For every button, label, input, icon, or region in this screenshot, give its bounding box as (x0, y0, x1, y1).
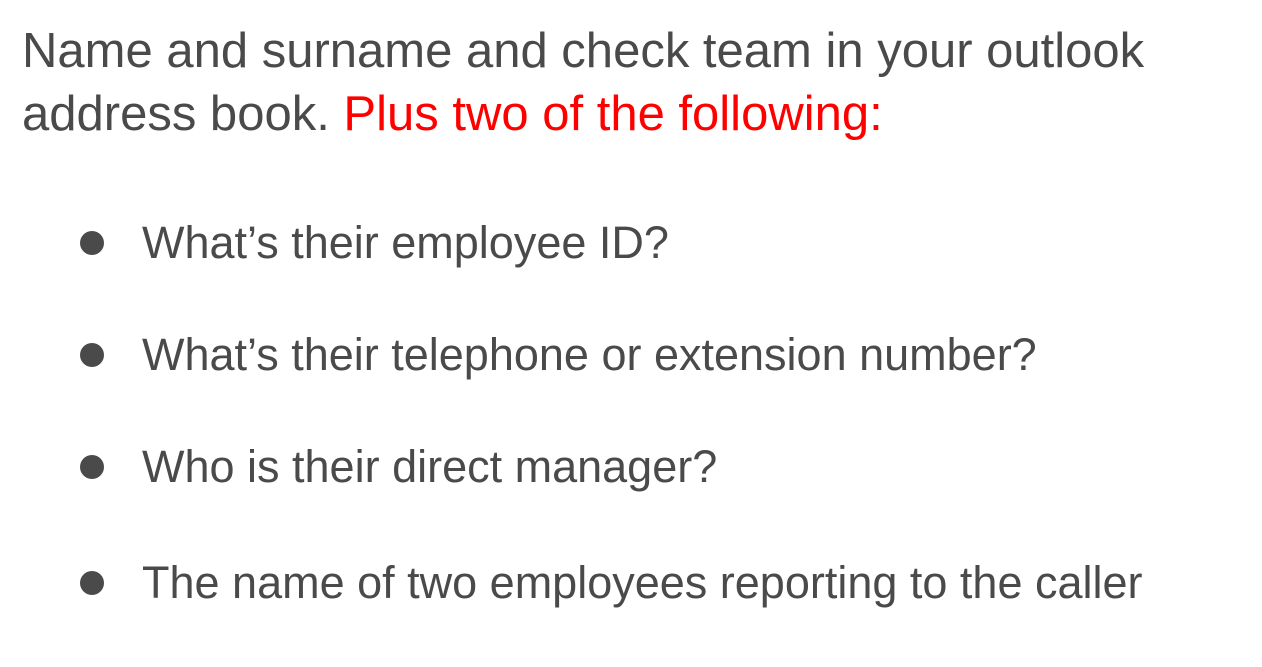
bullet-text: The name of two employees reporting to t… (142, 557, 1143, 608)
bullet-list: What’s their employee ID? What’s their t… (78, 215, 1248, 667)
bullet-dot-icon (80, 571, 104, 595)
bullet-item-reporting-employees: The name of two employees reporting to t… (78, 555, 1248, 611)
heading-emphasis-text: Plus two of the following: (343, 87, 883, 141)
slide-heading: Name and surname and check team in your … (22, 20, 1252, 146)
bullet-dot-icon (80, 231, 104, 255)
bullet-text: What’s their telephone or extension numb… (142, 329, 1037, 380)
bullet-dot-icon (80, 343, 104, 367)
bullet-item-telephone: What’s their telephone or extension numb… (78, 327, 1248, 383)
bullet-item-manager: Who is their direct manager? (78, 439, 1248, 495)
bullet-item-employee-id: What’s their employee ID? (78, 215, 1248, 271)
bullet-text: Who is their direct manager? (142, 441, 718, 492)
bullet-dot-icon (80, 455, 104, 479)
bullet-text: What’s their employee ID? (142, 217, 669, 268)
